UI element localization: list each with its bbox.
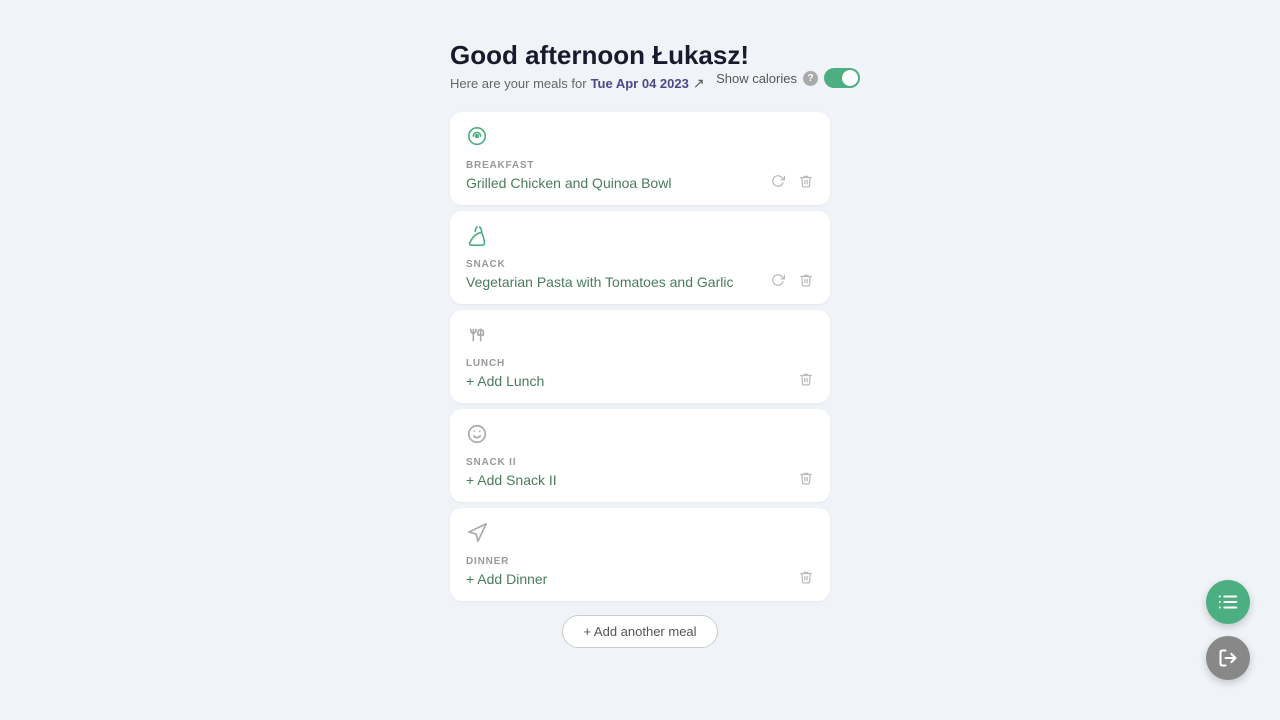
- show-calories-row: Show calories ?: [716, 68, 860, 88]
- meal-icon-dinner: [466, 522, 814, 548]
- greeting: Good afternoon Łukasz!: [450, 40, 830, 71]
- logout-icon: [1218, 648, 1238, 668]
- meal-name-snack2[interactable]: + Add Snack II: [466, 472, 814, 488]
- meal-name-breakfast: Grilled Chicken and Quinoa Bowl: [466, 175, 814, 191]
- add-another-meal-button[interactable]: + Add another meal: [562, 615, 717, 648]
- meal-icon-breakfast: [466, 126, 814, 152]
- meal-actions-snack2: [796, 468, 816, 488]
- meal-type-snack2: SNACK II: [466, 457, 814, 468]
- meal-icon-snack: [466, 225, 814, 251]
- subtitle-prefix: Here are your meals for: [450, 76, 587, 91]
- fab-primary[interactable]: [1206, 580, 1250, 624]
- delete-button-lunch[interactable]: [796, 369, 816, 389]
- meal-type-dinner: DINNER: [466, 556, 814, 567]
- meals-container: BREAKFAST Grilled Chicken and Quinoa Bowl…: [450, 112, 830, 601]
- fab-secondary[interactable]: [1206, 636, 1250, 680]
- refresh-button-breakfast[interactable]: [768, 171, 788, 191]
- delete-button-snack[interactable]: [796, 270, 816, 290]
- meal-actions-dinner: [796, 567, 816, 587]
- info-icon: ?: [803, 71, 818, 86]
- delete-button-breakfast[interactable]: [796, 171, 816, 191]
- date-display: Tue Apr 04 2023: [591, 76, 689, 91]
- meal-name-lunch[interactable]: + Add Lunch: [466, 373, 814, 389]
- show-calories-toggle[interactable]: [824, 68, 860, 88]
- meal-card-lunch: LUNCH + Add Lunch: [450, 310, 830, 403]
- meal-actions-breakfast: [768, 171, 816, 191]
- delete-button-dinner[interactable]: [796, 567, 816, 587]
- meal-card-dinner: DINNER + Add Dinner: [450, 508, 830, 601]
- meal-type-breakfast: BREAKFAST: [466, 160, 814, 171]
- meal-card-breakfast: BREAKFAST Grilled Chicken and Quinoa Bowl: [450, 112, 830, 205]
- meal-type-snack: SNACK: [466, 259, 814, 270]
- fab-list: [1206, 580, 1250, 680]
- main-content: Good afternoon Łukasz! Here are your mea…: [0, 0, 1280, 648]
- meal-actions-lunch: [796, 369, 816, 389]
- refresh-button-snack[interactable]: [768, 270, 788, 290]
- meal-card-snack: SNACK Vegetarian Pasta with Tomatoes and …: [450, 211, 830, 304]
- meal-name-snack: Vegetarian Pasta with Tomatoes and Garli…: [466, 274, 814, 290]
- meal-actions-snack: [768, 270, 816, 290]
- meal-icon-lunch: [466, 324, 814, 350]
- meal-card-snack2: SNACK II + Add Snack II: [450, 409, 830, 502]
- delete-button-snack2[interactable]: [796, 468, 816, 488]
- meal-type-lunch: LUNCH: [466, 358, 814, 369]
- meal-icon-snack2: [466, 423, 814, 449]
- cursor-icon: ↗: [693, 75, 705, 92]
- list-icon: [1217, 591, 1239, 613]
- meal-name-dinner[interactable]: + Add Dinner: [466, 571, 814, 587]
- show-calories-label: Show calories: [716, 71, 797, 86]
